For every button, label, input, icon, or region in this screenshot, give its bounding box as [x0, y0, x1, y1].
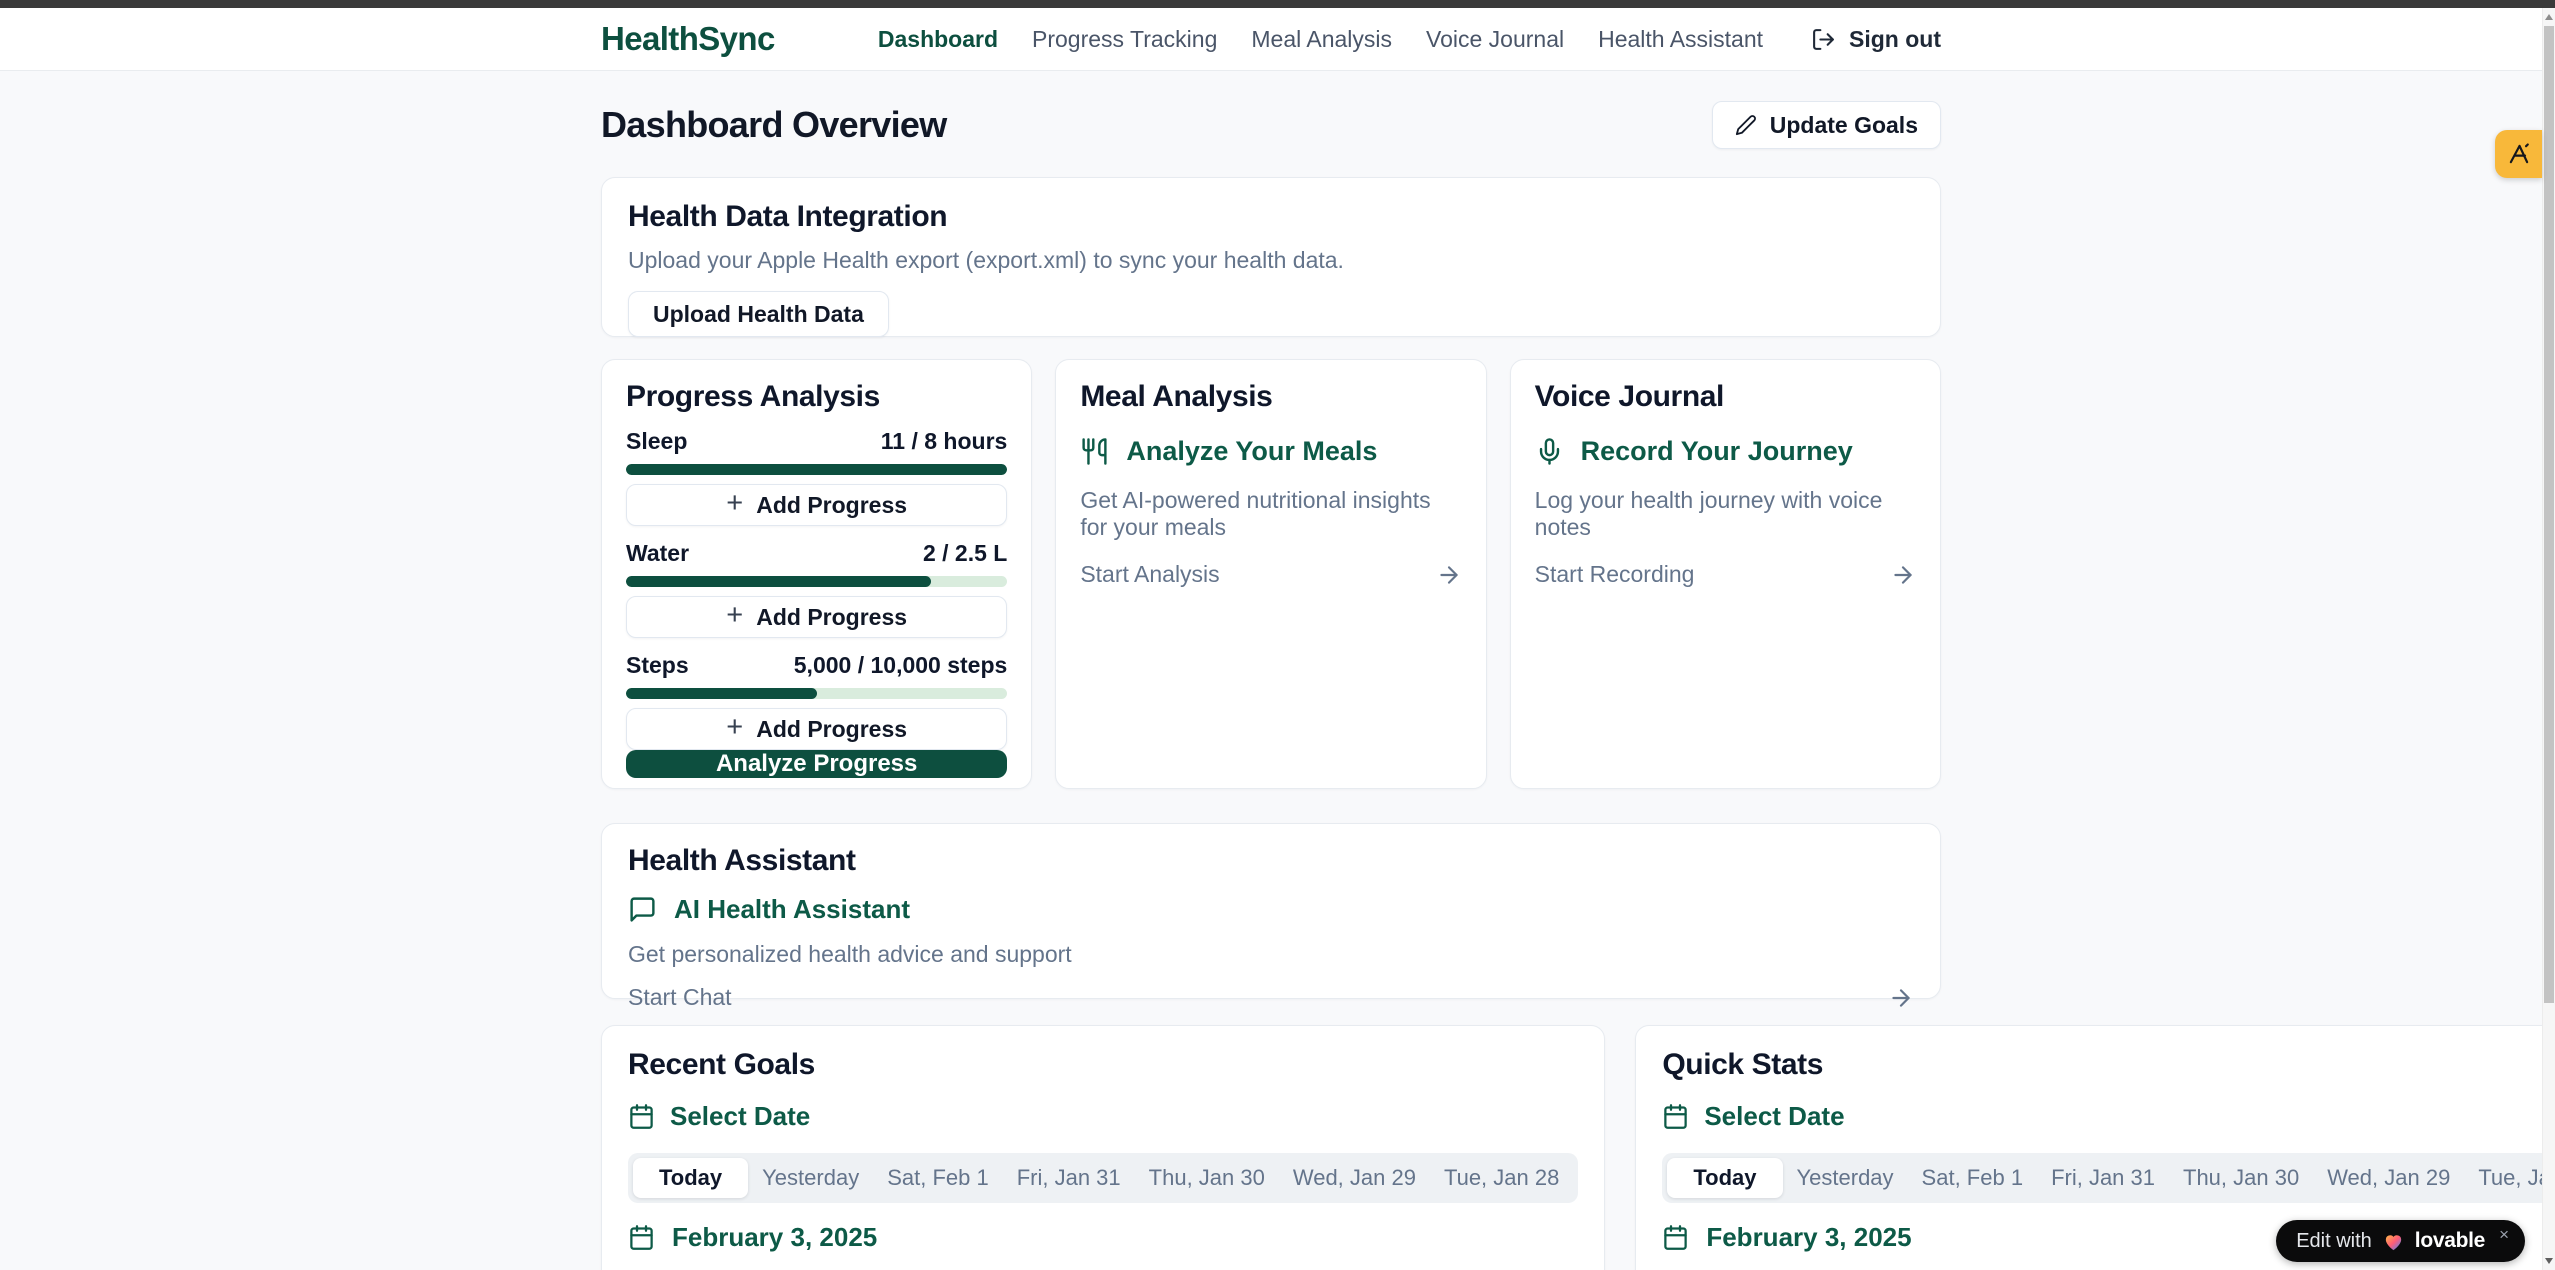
- date-tab-thu-jan-30[interactable]: Thu, Jan 30: [1135, 1158, 1279, 1198]
- date-tab-yesterday[interactable]: Yesterday: [748, 1158, 873, 1198]
- close-icon[interactable]: ×: [2499, 1225, 2509, 1245]
- app-logo[interactable]: HealthSync: [601, 20, 775, 58]
- quick-stats-title: Quick Stats: [1662, 1048, 2555, 1082]
- plus-icon: +: [726, 713, 743, 742]
- date-tab-wed-jan-29[interactable]: Wed, Jan 29: [2313, 1158, 2464, 1198]
- sign-out-label: Sign out: [1849, 26, 1941, 53]
- scroll-down-icon[interactable]: [2543, 1254, 2555, 1268]
- select-date-button[interactable]: Select Date: [628, 1101, 1578, 1132]
- recent-goals-card: Recent Goals Select Date Today Yesterday…: [601, 1025, 1605, 1270]
- calendar-icon: [628, 1103, 655, 1130]
- progress-analysis-card: Progress Analysis Sleep 11 / 8 hours + A…: [601, 359, 1032, 789]
- logo-a-icon: [2506, 141, 2532, 167]
- scrollbar-thumb[interactable]: [2544, 26, 2554, 1003]
- start-recording-link[interactable]: Start Recording: [1535, 561, 1916, 588]
- utensils-icon: [1080, 437, 1109, 466]
- metric-steps: Steps 5,000 / 10,000 steps + Add Progres…: [626, 652, 1007, 750]
- meal-analysis-title: Meal Analysis: [1080, 380, 1461, 414]
- add-progress-button-steps[interactable]: + Add Progress: [626, 708, 1007, 750]
- lovable-brand-label: lovable: [2415, 1229, 2485, 1253]
- health-data-integration-card: Health Data Integration Upload your Appl…: [601, 177, 1941, 337]
- analyze-your-meals-link[interactable]: Analyze Your Meals: [1080, 436, 1461, 467]
- main-nav: Dashboard Progress Tracking Meal Analysi…: [878, 26, 1941, 53]
- date-tab-fri-jan-31[interactable]: Fri, Jan 31: [2037, 1158, 2169, 1198]
- progress-bar-steps: [626, 688, 1007, 699]
- start-chat-link[interactable]: Start Chat: [628, 984, 1914, 1011]
- voice-journal-title: Voice Journal: [1535, 380, 1916, 414]
- calendar-icon: [1662, 1224, 1689, 1251]
- date-tab-tue-jan-28[interactable]: Tue, Jan 28: [1430, 1158, 1573, 1198]
- date-tab-sat-feb-1[interactable]: Sat, Feb 1: [1908, 1158, 2038, 1198]
- plus-icon: +: [726, 489, 743, 518]
- upload-health-data-button[interactable]: Upload Health Data: [628, 291, 889, 337]
- start-analysis-link[interactable]: Start Analysis: [1080, 561, 1461, 588]
- arrow-right-icon: [1890, 562, 1916, 588]
- metric-value: 2 / 2.5 L: [923, 540, 1007, 567]
- date-tab-today[interactable]: Today: [1667, 1158, 1782, 1198]
- date-tabs: Today Yesterday Sat, Feb 1 Fri, Jan 31 T…: [628, 1153, 1578, 1203]
- arrow-right-icon: [1888, 985, 1914, 1011]
- current-date-label: February 3, 2025: [628, 1222, 1578, 1253]
- scroll-up-icon[interactable]: [2543, 10, 2555, 24]
- nav-item-progress-tracking[interactable]: Progress Tracking: [1032, 26, 1217, 53]
- progress-bar-sleep: [626, 464, 1007, 475]
- meal-analysis-description: Get AI-powered nutritional insights for …: [1080, 487, 1461, 541]
- progress-analysis-title: Progress Analysis: [626, 380, 1007, 414]
- health-assistant-title: Health Assistant: [628, 844, 1914, 878]
- date-tab-today[interactable]: Today: [633, 1158, 748, 1198]
- metric-water: Water 2 / 2.5 L + Add Progress: [626, 540, 1007, 638]
- window-top-bar: [0, 0, 2555, 8]
- metric-sleep: Sleep 11 / 8 hours + Add Progress: [626, 428, 1007, 526]
- nav-item-voice-journal[interactable]: Voice Journal: [1426, 26, 1564, 53]
- recent-goals-title: Recent Goals: [628, 1048, 1578, 1082]
- calendar-icon: [1662, 1103, 1689, 1130]
- plus-icon: +: [726, 601, 743, 630]
- floating-edit-button[interactable]: [2495, 130, 2542, 178]
- metric-label: Water: [626, 540, 689, 567]
- nav-item-health-assistant[interactable]: Health Assistant: [1598, 26, 1763, 53]
- microphone-icon: [1535, 437, 1564, 466]
- edit-with-label: Edit with: [2296, 1230, 2372, 1253]
- health-assistant-description: Get personalized health advice and suppo…: [628, 941, 1914, 968]
- ai-health-assistant-link[interactable]: AI Health Assistant: [628, 894, 1914, 925]
- date-tabs: Today Yesterday Sat, Feb 1 Fri, Jan 31 T…: [1662, 1153, 2555, 1203]
- date-tab-wed-jan-29[interactable]: Wed, Jan 29: [1279, 1158, 1430, 1198]
- date-tab-sat-feb-1[interactable]: Sat, Feb 1: [873, 1158, 1003, 1198]
- date-tab-thu-jan-30[interactable]: Thu, Jan 30: [2169, 1158, 2313, 1198]
- page-title: Dashboard Overview: [601, 104, 947, 146]
- chat-bubble-icon: [628, 895, 657, 924]
- update-goals-button[interactable]: Update Goals: [1712, 101, 1941, 149]
- metric-value: 11 / 8 hours: [881, 428, 1008, 455]
- add-progress-button-water[interactable]: + Add Progress: [626, 596, 1007, 638]
- sign-out-button[interactable]: Sign out: [1811, 26, 1941, 53]
- date-tab-yesterday[interactable]: Yesterday: [1783, 1158, 1908, 1198]
- record-your-journey-link[interactable]: Record Your Journey: [1535, 436, 1916, 467]
- metric-label: Sleep: [626, 428, 687, 455]
- top-navbar: HealthSync Dashboard Progress Tracking M…: [0, 8, 2542, 71]
- nav-item-meal-analysis[interactable]: Meal Analysis: [1251, 26, 1392, 53]
- health-assistant-card: Health Assistant AI Health Assistant Get…: [601, 823, 1941, 999]
- health-data-description: Upload your Apple Health export (export.…: [628, 247, 1914, 274]
- app-screen: HealthSync Dashboard Progress Tracking M…: [0, 0, 2555, 1270]
- select-date-button[interactable]: Select Date: [1662, 1101, 2555, 1132]
- arrow-right-icon: [1436, 562, 1462, 588]
- metric-label: Steps: [626, 652, 689, 679]
- voice-journal-card: Voice Journal Record Your Journey Log yo…: [1510, 359, 1941, 789]
- vertical-scrollbar[interactable]: [2542, 8, 2555, 1270]
- nav-item-dashboard[interactable]: Dashboard: [878, 26, 998, 53]
- edit-with-lovable-badge[interactable]: Edit with lovable ×: [2276, 1220, 2525, 1262]
- log-out-icon: [1811, 27, 1836, 52]
- metric-value: 5,000 / 10,000 steps: [794, 652, 1008, 679]
- calendar-icon: [628, 1224, 655, 1251]
- voice-journal-description: Log your health journey with voice notes: [1535, 487, 1916, 541]
- add-progress-button-sleep[interactable]: + Add Progress: [626, 484, 1007, 526]
- progress-bar-water: [626, 576, 1007, 587]
- meal-analysis-card: Meal Analysis Analyze Your Meals Get AI-…: [1055, 359, 1486, 789]
- analyze-progress-button[interactable]: Analyze Progress: [626, 750, 1007, 778]
- main-content: Dashboard Overview Update Goals Health D…: [601, 71, 1941, 1270]
- heart-icon: [2382, 1230, 2405, 1253]
- date-tab-fri-jan-31[interactable]: Fri, Jan 31: [1003, 1158, 1135, 1198]
- pencil-icon: [1735, 114, 1757, 136]
- health-data-title: Health Data Integration: [628, 200, 1914, 234]
